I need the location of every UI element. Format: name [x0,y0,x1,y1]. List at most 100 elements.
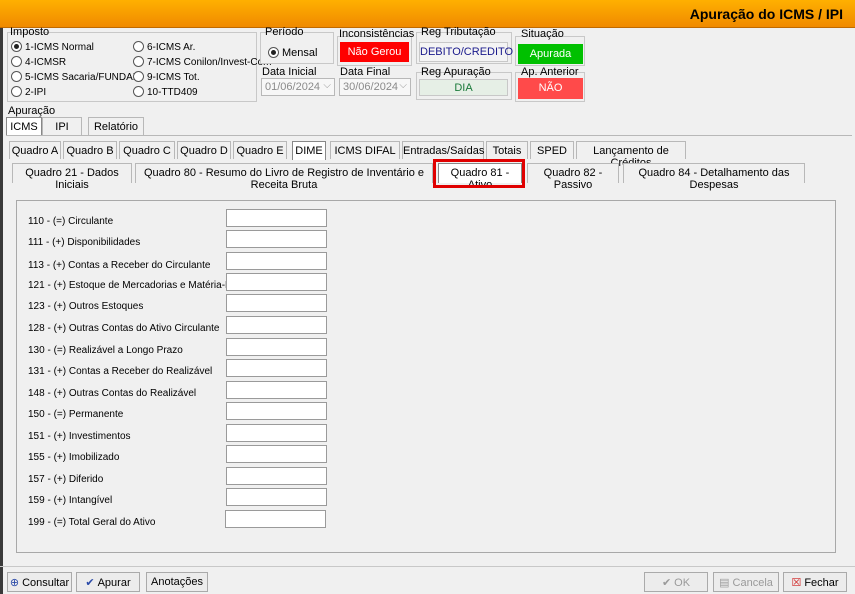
apurar-label: Apurar [97,577,131,589]
apurar-button[interactable]: ✔ Apurar [76,572,140,592]
input-128[interactable] [226,316,327,334]
option-label: 4-ICMSR [25,57,67,68]
reg-tributacao-label: Reg Tributação [421,26,496,38]
input-130[interactable] [226,338,327,356]
imposto-label: Imposto [10,26,50,38]
tab-icms-difal[interactable]: ICMS DIFAL [330,141,400,159]
option-label: 10-TTD409 [147,87,198,98]
anotacoes-button[interactable]: Anotações [146,572,208,592]
cancelar-button[interactable]: ▤ Cancela [713,572,779,592]
tab-entradas-saidas[interactable]: Entradas/Saídas [402,141,484,159]
tab-quadro-84[interactable]: Quadro 84 - Detalhamento das Despesas [623,163,805,191]
row-label-130: 130 - (=) Realizável a Longo Prazo [28,345,183,356]
inconsistencias-label: Inconsistências [339,28,415,40]
data-inicial-field[interactable]: 01/06/2024 ⌵ [261,78,335,96]
tab-quadro-82[interactable]: Quadro 82 - Passivo [527,163,619,191]
data-final-value: 30/06/2024 [343,81,399,93]
ok-label: OK [674,577,691,589]
tab-quadro-21[interactable]: Quadro 21 - Dados Iniciais [12,163,132,191]
imposto-option-5[interactable]: 5-ICMS Sacaria/FUNDAP [11,71,139,83]
input-131[interactable] [226,359,327,377]
imposto-option-1[interactable]: 1-ICMS Normal [11,41,94,53]
tab-relatorio[interactable]: Relatório [88,117,144,135]
option-label: 6-ICMS Ar. [147,42,196,53]
anotacoes-label: Anotações [151,576,203,588]
title-bar: Apuração do ICMS / IPI [0,0,855,28]
imposto-option-2[interactable]: 2-IPI [11,86,46,98]
tab-quadro-e[interactable]: Quadro E [233,141,287,159]
input-113[interactable] [226,252,327,270]
periodo-mensal-radio[interactable]: Mensal [268,47,317,59]
option-label: 9-ICMS Tot. [147,72,200,83]
imposto-option-10[interactable]: 10-TTD409 [133,86,198,98]
situacao-badge: Apurada [518,44,583,64]
imposto-option-4[interactable]: 4-ICMSR [11,56,66,68]
input-155[interactable] [226,445,327,463]
radio-icon [11,71,22,82]
option-label: 2-IPI [25,87,47,98]
close-window-icon: ☒ [791,577,802,589]
input-159[interactable] [226,488,327,506]
row-label-113: 113 - (+) Contas a Receber do Circulante [28,260,211,271]
imposto-option-9[interactable]: 9-ICMS Tot. [133,71,200,83]
tab-quadro-c[interactable]: Quadro C [119,141,175,159]
tab-lancamento-creditos[interactable]: Lançamento de Créditos [576,141,686,169]
reg-apuracao-value: DIA [419,79,508,96]
cancelar-label: Cancela [732,577,773,589]
imposto-option-6[interactable]: 6-ICMS Ar. [133,41,195,53]
consultar-button[interactable]: ⊕ Consultar [7,572,72,592]
option-label: 1-ICMS Normal [25,42,94,53]
ap-anterior-badge: NÃO [518,78,583,99]
row-label-199: 199 - (=) Total Geral do Ativo [28,517,156,528]
row-label-159: 159 - (+) Intangível [28,495,113,506]
input-121[interactable] [226,273,327,291]
row-label-128: 128 - (+) Outras Contas do Ativo Circula… [28,323,220,334]
inconsistencias-badge[interactable]: Não Gerou [340,42,409,62]
reg-apuracao-label: Reg Apuração [421,66,491,78]
input-150[interactable] [226,402,327,420]
input-148[interactable] [226,381,327,399]
row-label-131: 131 - (+) Contas a Receber do Realizável [28,366,213,377]
input-123[interactable] [226,294,327,312]
row-label-121: 121 - (+) Estoque de Mercadorias e Matér… [28,280,252,291]
input-157[interactable] [226,467,327,485]
row-label-110: 110 - (=) Circulante [28,216,114,227]
tab-sped[interactable]: SPED [530,141,574,159]
left-edge [0,28,3,594]
input-110[interactable] [226,209,327,227]
input-151[interactable] [226,424,327,442]
chevron-down-icon: ⌵ [399,80,407,91]
tab-ipi[interactable]: IPI [42,117,82,135]
input-111[interactable] [226,230,327,248]
tab-quadro-d[interactable]: Quadro D [177,141,231,159]
binoculars-icon: ⊕ [9,577,20,589]
radio-icon [11,86,22,97]
row-label-123: 123 - (+) Outros Estoques [28,301,144,312]
row-label-155: 155 - (+) Imobilizado [28,452,120,463]
tab-totais[interactable]: Totais [486,141,528,159]
data-final-field[interactable]: 30/06/2024 ⌵ [339,78,411,96]
tab-quadro-a[interactable]: Quadro A [9,141,61,159]
ok-button[interactable]: ✔ OK [644,572,708,592]
fechar-label: Fechar [804,577,839,589]
tab-icms[interactable]: ICMS [6,117,42,135]
chevron-down-icon: ⌵ [323,80,331,91]
tab-quadro-b[interactable]: Quadro B [63,141,117,159]
radio-icon [11,41,22,52]
data-inicial-label: Data Inicial [262,66,317,78]
mensal-label: Mensal [282,47,318,59]
radio-icon [133,71,144,82]
row-label-157: 157 - (+) Diferido [28,474,104,485]
toolbar-divider [0,566,855,567]
window-title: Apuração do ICMS / IPI [689,6,843,22]
document-icon: ▤ [719,577,730,589]
ap-anterior-label: Ap. Anterior [521,66,579,78]
tab-dime[interactable]: DIME [292,141,326,160]
fechar-button[interactable]: ☒ Fechar [783,572,847,592]
tab-quadro-80[interactable]: Quadro 80 - Resumo do Livro de Registro … [135,163,433,191]
imposto-option-7[interactable]: 7-ICMS Conilon/Invest-Com [133,56,271,68]
radio-icon [133,86,144,97]
row-label-148: 148 - (+) Outras Contas do Realizável [28,388,197,399]
check-icon: ✔ [85,577,95,589]
input-199[interactable] [225,510,326,528]
